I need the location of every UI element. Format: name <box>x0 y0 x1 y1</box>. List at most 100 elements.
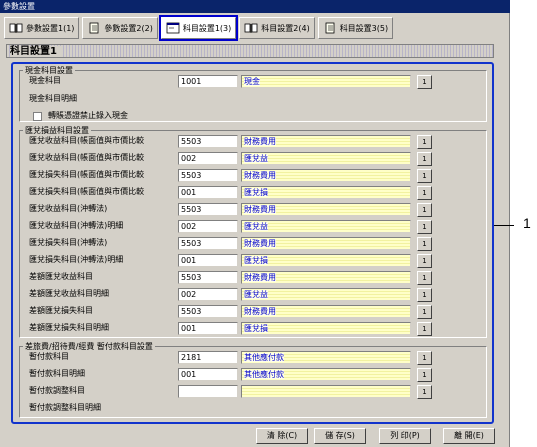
tab-subject-2[interactable]: 科目設置2(4) <box>239 17 315 39</box>
advance-label: 暫付款科目 <box>29 352 69 361</box>
fx-subject-name-field: 財務費用 <box>241 203 411 216</box>
fx-subject-name: 財務費用 <box>244 137 276 146</box>
fx-subject-label: 差額匯兌收益科目明細 <box>29 289 109 298</box>
cash-subject-label: 現金科目 <box>29 76 61 85</box>
cash-subject-name: 現金 <box>244 77 260 86</box>
fx-subject-code-input[interactable]: 5503 <box>178 169 238 182</box>
fx-subject-lookup-button[interactable]: 1 <box>417 288 432 302</box>
advance-adjust-code-input[interactable] <box>178 385 238 398</box>
fx-subject-code-input[interactable]: 5503 <box>178 135 238 148</box>
tab-label: 科目設置2(4) <box>261 23 310 33</box>
fx-subject-label: 匯兌收益科目(沖轉法) <box>29 204 108 213</box>
tab-label: 參數設置2(2) <box>104 23 153 33</box>
clear-button[interactable]: 清 除(C) <box>256 428 308 444</box>
travel-group: 差旅費/招待費/經費 暫付款科目設置 暫付款科目 2181 其他應付款 1 暫付… <box>19 341 487 418</box>
tab-label: 科目設置1(3) <box>182 23 232 33</box>
tab-params-2[interactable]: 參數設置2(2) <box>82 17 158 39</box>
fx-subject-name: 財務費用 <box>244 273 276 282</box>
fx-subject-label: 匯兌收益科目(沖轉法)明細 <box>29 221 124 230</box>
fx-subject-name-field: 匯兌損 <box>241 186 411 199</box>
fx-subject-label: 匯兌損失科目(沖轉法)明細 <box>29 255 124 264</box>
tab-params-1[interactable]: 參數設置1(1) <box>4 17 80 39</box>
notebook-icon <box>325 22 335 34</box>
cash-subject-code-input[interactable]: 1001 <box>178 75 238 88</box>
fx-subject-label: 差額匯兌損失科目明細 <box>29 323 109 332</box>
fx-subject-name-field: 財務費用 <box>241 135 411 148</box>
advance-code-input[interactable]: 2181 <box>178 351 238 364</box>
advance-adjust-label: 暫付款調整科目 <box>29 386 85 395</box>
fx-subject-code-input[interactable]: 5503 <box>178 203 238 216</box>
fx-subject-label: 差額匯兌收益科目 <box>29 272 93 281</box>
fx-subject-lookup-button[interactable]: 1 <box>417 152 432 166</box>
fx-subject-code-input[interactable]: 5503 <box>178 305 238 318</box>
advance-adjust-name-field <box>241 385 411 398</box>
fx-subject-lookup-button[interactable]: 1 <box>417 135 432 149</box>
window-title: 參數設置 <box>0 0 510 13</box>
fx-subject-name-field: 匯兌益 <box>241 288 411 301</box>
fx-subject-label: 匯兌損失科目(沖轉法) <box>29 238 108 247</box>
advance-lookup-button[interactable]: 1 <box>417 351 432 365</box>
settings-window: 參數設置 參數設置1(1) 參數設置2(2) 科目設置1(3) 科目設置2(4)… <box>0 0 510 447</box>
fx-subject-lookup-button[interactable]: 1 <box>417 322 432 336</box>
advance-detail-name-field: 其他應付款 <box>241 368 411 381</box>
notebook-icon <box>90 22 99 34</box>
window-icon <box>166 22 180 34</box>
fx-subject-label: 差額匯兌損失科目 <box>29 306 93 315</box>
fx-subject-lookup-button[interactable]: 1 <box>417 169 432 183</box>
fx-subject-name: 匯兌益 <box>244 154 268 163</box>
fx-subject-code-input[interactable]: 002 <box>178 152 238 165</box>
book-icon <box>9 23 23 33</box>
subject-settings-panel: 現金科目設置 現金科目 1001 現金 1 現金科目明細 轉賬憑證禁止錄入現金 … <box>11 62 494 424</box>
fx-subject-code-input[interactable]: 001 <box>178 254 238 267</box>
fx-subject-name: 匯兌益 <box>244 290 268 299</box>
fx-subject-name-field: 匯兌損 <box>241 322 411 335</box>
save-button[interactable]: 儲 存(S) <box>314 428 366 444</box>
advance-detail-label: 暫付款科目明細 <box>29 369 85 378</box>
fx-subject-code-input[interactable]: 001 <box>178 322 238 335</box>
fx-subject-name: 財務費用 <box>244 239 276 248</box>
fx-subject-name: 財務費用 <box>244 307 276 316</box>
fx-subject-lookup-button[interactable]: 1 <box>417 254 432 268</box>
forbid-cash-checkbox[interactable] <box>33 112 42 121</box>
fx-subject-code-input[interactable]: 5503 <box>178 271 238 284</box>
fx-subject-code-input[interactable]: 002 <box>178 288 238 301</box>
forbid-cash-label: 轉賬憑證禁止錄入現金 <box>48 111 128 120</box>
cash-detail-label: 現金科目明細 <box>29 94 77 103</box>
section-title: 科目設置1 <box>6 44 494 58</box>
bottom-button-bar: 清 除(C) 儲 存(S) 列 印(P) 離 開(E) <box>0 428 510 447</box>
tab-label: 科目設置3(5) <box>339 23 389 33</box>
fx-subject-lookup-button[interactable]: 1 <box>417 186 432 200</box>
fx-subject-lookup-button[interactable]: 1 <box>417 203 432 217</box>
fx-subject-label: 匯兌收益科目(帳面值與市價比較 <box>29 136 145 145</box>
fx-subject-code-input[interactable]: 001 <box>178 186 238 199</box>
advance-adjust-lookup-button[interactable]: 1 <box>417 385 432 399</box>
fx-subject-name-field: 匯兌益 <box>241 220 411 233</box>
exit-button[interactable]: 離 開(E) <box>443 428 495 444</box>
fx-subject-code-input[interactable]: 002 <box>178 220 238 233</box>
fx-subject-name-field: 財務費用 <box>241 237 411 250</box>
fx-subject-label: 匯兌收益科目(帳面值與市價比較 <box>29 153 145 162</box>
fx-subject-name: 匯兌益 <box>244 222 268 231</box>
fx-subject-lookup-button[interactable]: 1 <box>417 237 432 251</box>
fx-subject-lookup-button[interactable]: 1 <box>417 220 432 234</box>
tab-subject-1[interactable]: 科目設置1(3) <box>158 15 239 41</box>
fx-subject-name: 財務費用 <box>244 205 276 214</box>
cash-subject-lookup-button[interactable]: 1 <box>417 75 432 89</box>
advance-detail-name: 其他應付款 <box>244 370 284 379</box>
advance-name: 其他應付款 <box>244 353 284 362</box>
callout-line <box>494 225 514 226</box>
fx-subject-label: 匯兌損失科目(帳面值與市價比較 <box>29 170 145 179</box>
fx-subject-name-field: 財務費用 <box>241 305 411 318</box>
fx-subject-lookup-button[interactable]: 1 <box>417 271 432 285</box>
print-button[interactable]: 列 印(P) <box>379 428 431 444</box>
fx-subject-label: 匯兌損失科目(帳面值與市價比較 <box>29 187 145 196</box>
fx-subject-name-field: 匯兌益 <box>241 152 411 165</box>
tab-subject-3[interactable]: 科目設置3(5) <box>317 17 394 39</box>
fx-subject-name-field: 匯兌損 <box>241 254 411 267</box>
advance-detail-lookup-button[interactable]: 1 <box>417 368 432 382</box>
section-title-text: 科目設置1 <box>10 46 61 57</box>
fx-subject-lookup-button[interactable]: 1 <box>417 305 432 319</box>
fx-group: 匯兌損益科目設置 匯兌收益科目(帳面值與市價比較 5503 財務費用 1 匯兌收益科目(… <box>19 125 487 338</box>
advance-detail-code-input[interactable]: 001 <box>178 368 238 381</box>
fx-subject-code-input[interactable]: 5503 <box>178 237 238 250</box>
